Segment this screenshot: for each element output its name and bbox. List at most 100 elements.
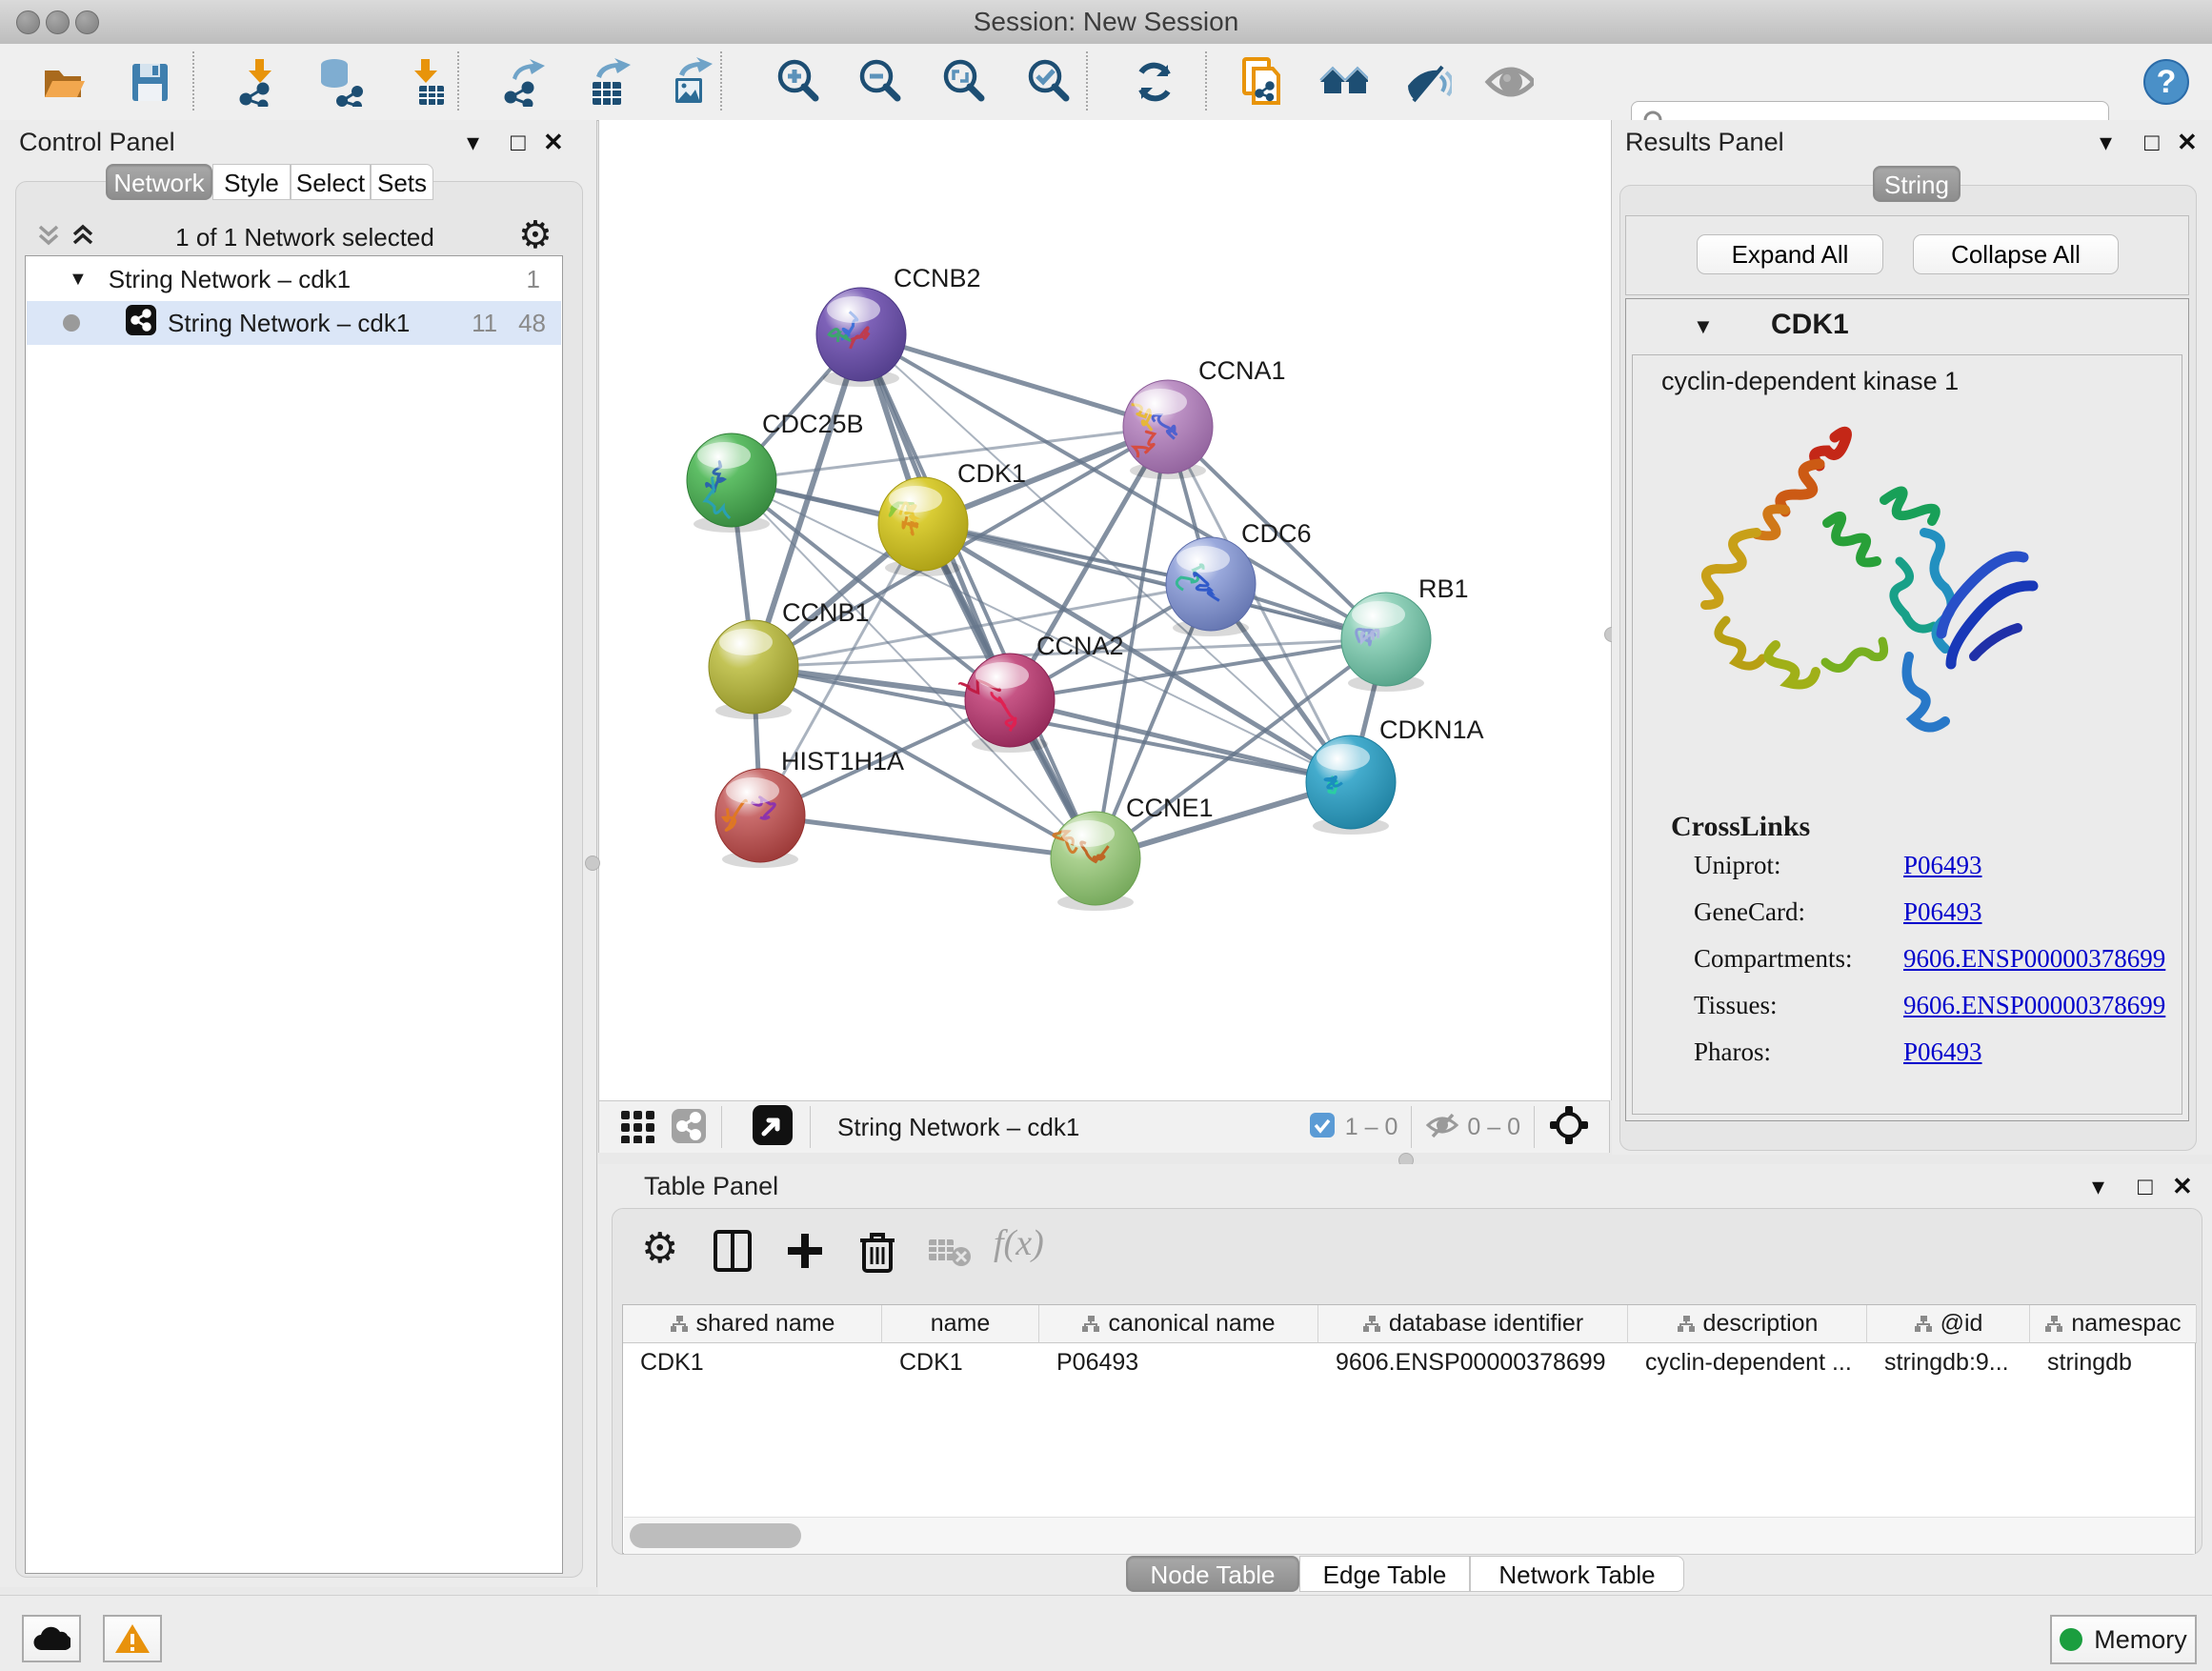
results-panel-float-button[interactable]: ▾ bbox=[2100, 128, 2112, 157]
network-node-CCNB1[interactable]: CCNB1 bbox=[709, 598, 870, 719]
import-table-icon[interactable] bbox=[400, 57, 450, 107]
network-collection-row[interactable]: ▼ String Network – cdk1 1 bbox=[27, 257, 561, 301]
crosslink-link[interactable]: 9606.ENSP00000378699 bbox=[1903, 944, 2165, 974]
table-cell[interactable]: 9606.ENSP00000378699 bbox=[1318, 1343, 1628, 1381]
network-edge[interactable] bbox=[861, 334, 1168, 427]
column-header-shared-name[interactable]: shared name bbox=[623, 1305, 882, 1343]
collapse-triangle-icon[interactable]: ▼ bbox=[69, 269, 88, 291]
zoom-in-icon[interactable] bbox=[774, 57, 824, 107]
network-node-CDKN1A[interactable]: CDKN1A bbox=[1306, 715, 1484, 835]
network-node-RB1[interactable]: RB1 bbox=[1341, 574, 1469, 692]
window-minimize-button[interactable] bbox=[46, 10, 70, 34]
tab-node-table[interactable]: Node Table bbox=[1126, 1556, 1299, 1592]
toolbar-separator bbox=[192, 51, 194, 111]
export-table-icon[interactable] bbox=[581, 57, 631, 107]
hide-selected-icon[interactable] bbox=[1402, 57, 1452, 107]
collapse-gene-triangle-icon[interactable]: ▼ bbox=[1693, 314, 1714, 339]
show-all-icon[interactable] bbox=[1484, 57, 1534, 107]
zoom-fit-icon[interactable] bbox=[940, 57, 990, 107]
network-node-HIST1H1A[interactable]: HIST1H1A bbox=[715, 747, 904, 868]
network-options-gear-icon[interactable]: ⚙ bbox=[518, 213, 553, 257]
delete-table-icon[interactable] bbox=[921, 1222, 978, 1279]
network-canvas[interactable]: CCNB2CCNA1CDC25BCDK1CDC6RB1CCNB1CCNA2CDK… bbox=[598, 120, 1612, 1100]
table-horizontal-scrollbar[interactable] bbox=[624, 1517, 2195, 1554]
column-header-namespac[interactable]: namespac bbox=[2030, 1305, 2197, 1343]
network-attribute-icon bbox=[670, 1315, 689, 1334]
fit-selection-crosshair-icon[interactable] bbox=[1548, 1104, 1590, 1151]
network-edge[interactable] bbox=[861, 334, 1096, 858]
table-cell[interactable]: CDK1 bbox=[623, 1343, 882, 1381]
table-cell[interactable]: P06493 bbox=[1039, 1343, 1318, 1381]
help-icon[interactable]: ? bbox=[2142, 57, 2191, 107]
export-image-icon[interactable] bbox=[664, 57, 714, 107]
scrollbar-thumb[interactable] bbox=[630, 1523, 801, 1548]
network-node-CDK1[interactable]: CDK1 bbox=[878, 459, 1026, 576]
column-header-database-identifier[interactable]: database identifier bbox=[1318, 1305, 1628, 1343]
results-panel-maximize-button[interactable]: □ bbox=[2144, 128, 2160, 157]
refresh-icon[interactable] bbox=[1130, 57, 1179, 107]
zoom-out-icon[interactable] bbox=[856, 57, 906, 107]
network-share-icon[interactable] bbox=[672, 1107, 708, 1148]
delete-icon[interactable] bbox=[849, 1222, 906, 1279]
network-edge[interactable] bbox=[923, 524, 1386, 639]
hidden-eye-icon[interactable] bbox=[1425, 1111, 1459, 1144]
results-panel-close-button[interactable]: ✕ bbox=[2177, 128, 2198, 157]
tab-network[interactable]: Network bbox=[106, 164, 212, 200]
expand-all-button[interactable]: Expand All bbox=[1697, 234, 1883, 274]
network-attribute-icon bbox=[1677, 1315, 1696, 1334]
table-cell[interactable]: stringdb:9... bbox=[1867, 1343, 2030, 1381]
column-header-canonical-name[interactable]: canonical name bbox=[1039, 1305, 1318, 1343]
expand-all-networks-icon[interactable] bbox=[69, 221, 97, 254]
string-network-graph[interactable]: CCNB2CCNA1CDC25BCDK1CDC6RB1CCNB1CCNA2CDK… bbox=[599, 120, 1611, 1100]
birdseye-view-icon[interactable] bbox=[753, 1105, 793, 1150]
warning-button[interactable] bbox=[103, 1615, 162, 1662]
column-header-@id[interactable]: @id bbox=[1867, 1305, 2030, 1343]
tab-select[interactable]: Select bbox=[291, 164, 371, 200]
tab-network-table[interactable]: Network Table bbox=[1470, 1556, 1684, 1592]
tab-style[interactable]: Style bbox=[212, 164, 291, 200]
first-neighbors-icon[interactable] bbox=[1318, 57, 1368, 107]
table-panel-float-button[interactable]: ▾ bbox=[2092, 1172, 2104, 1201]
network-edge[interactable] bbox=[760, 815, 1096, 858]
grid-view-icon[interactable] bbox=[620, 1107, 656, 1148]
crosslink-link[interactable]: P06493 bbox=[1903, 851, 1982, 880]
control-panel-float-button[interactable]: ▾ bbox=[467, 128, 479, 157]
add-column-icon[interactable] bbox=[776, 1222, 834, 1279]
left-splitter-handle[interactable] bbox=[585, 856, 600, 871]
open-session-icon[interactable] bbox=[38, 57, 88, 107]
tab-sets[interactable]: Sets bbox=[371, 164, 433, 200]
import-network-database-icon[interactable] bbox=[313, 57, 363, 107]
collapse-all-networks-icon[interactable] bbox=[34, 221, 63, 254]
table-panel-maximize-button[interactable]: □ bbox=[2138, 1172, 2153, 1201]
control-panel-close-button[interactable]: ✕ bbox=[543, 128, 564, 157]
tab-edge-table[interactable]: Edge Table bbox=[1299, 1556, 1470, 1592]
node-attribute-table[interactable]: shared nameCDK1nameCDK1canonical nameP06… bbox=[622, 1304, 2196, 1554]
tab-string[interactable]: String bbox=[1873, 166, 1961, 202]
control-panel-maximize-button[interactable]: □ bbox=[511, 128, 526, 157]
function-builder-icon[interactable]: f(x) bbox=[994, 1222, 1044, 1264]
selected-checkbox-icon[interactable] bbox=[1309, 1112, 1336, 1143]
table-cell[interactable]: stringdb bbox=[2030, 1343, 2197, 1381]
columns-icon[interactable] bbox=[704, 1222, 761, 1279]
window-close-button[interactable] bbox=[16, 10, 40, 34]
zoom-selected-icon[interactable] bbox=[1025, 57, 1075, 107]
export-network-icon[interactable] bbox=[499, 57, 549, 107]
window-zoom-button[interactable] bbox=[75, 10, 99, 34]
import-network-file-icon[interactable] bbox=[234, 57, 284, 107]
column-header-name[interactable]: name bbox=[882, 1305, 1039, 1343]
network-node-CDC6[interactable]: CDC6 bbox=[1166, 519, 1312, 636]
memory-button[interactable]: Memory bbox=[2050, 1615, 2197, 1664]
table-panel-close-button[interactable]: ✕ bbox=[2172, 1172, 2193, 1201]
crosslink-link[interactable]: P06493 bbox=[1903, 1037, 1982, 1067]
table-cell[interactable]: cyclin-dependent ... bbox=[1628, 1343, 1867, 1381]
clone-network-icon[interactable] bbox=[1238, 57, 1288, 107]
gear-icon[interactable]: ⚙ bbox=[641, 1224, 678, 1273]
save-session-icon[interactable] bbox=[125, 57, 174, 107]
network-row-selected[interactable]: String Network – cdk1 11 48 bbox=[27, 301, 561, 345]
column-header-description[interactable]: description bbox=[1628, 1305, 1867, 1343]
cloud-button[interactable] bbox=[22, 1615, 81, 1662]
crosslink-link[interactable]: 9606.ENSP00000378699 bbox=[1903, 991, 2165, 1020]
table-cell[interactable]: CDK1 bbox=[882, 1343, 1039, 1381]
collapse-all-button[interactable]: Collapse All bbox=[1913, 234, 2119, 274]
crosslink-link[interactable]: P06493 bbox=[1903, 897, 1982, 927]
